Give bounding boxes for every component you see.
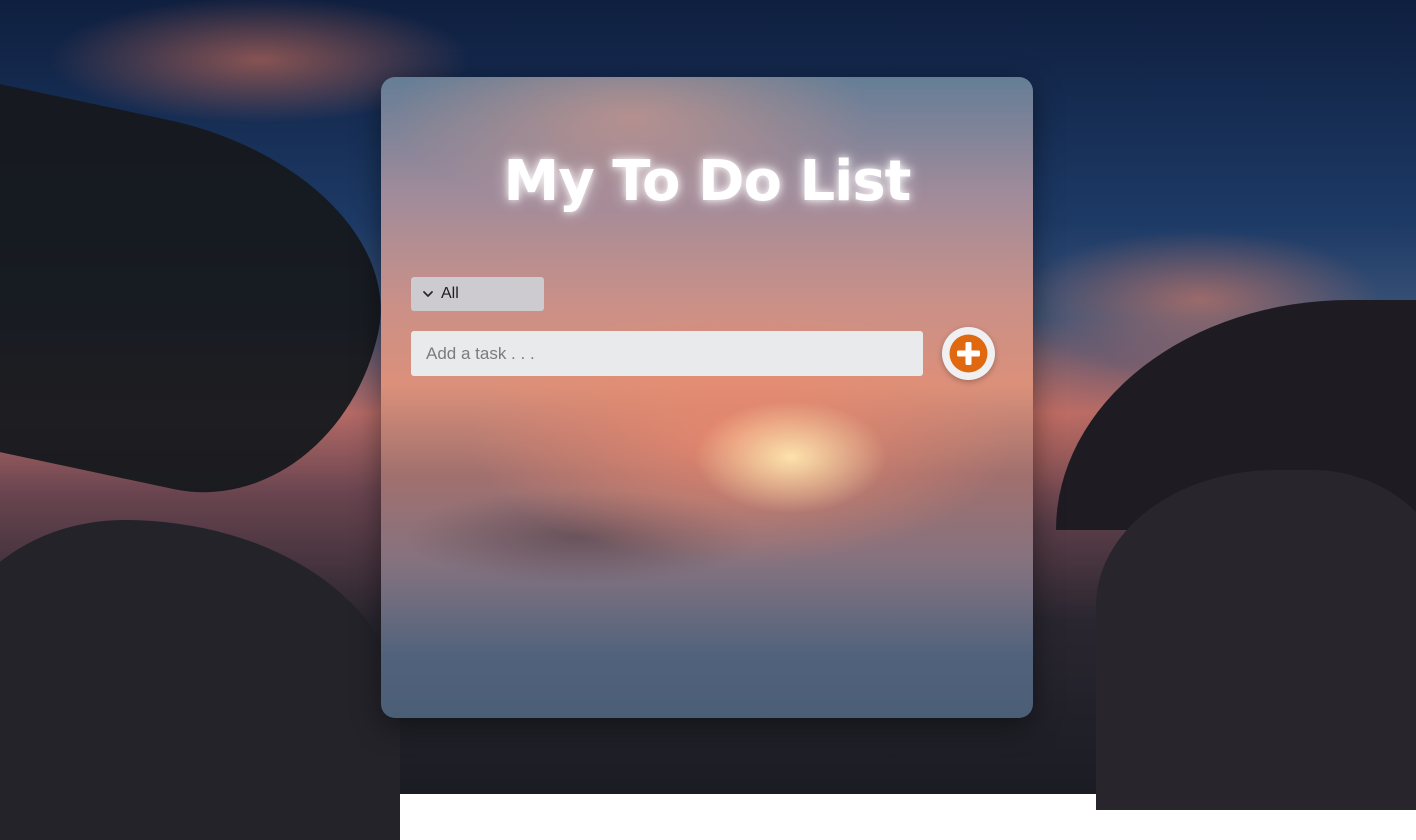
- filter-dropdown[interactable]: All: [411, 277, 544, 311]
- background-hill-left: [0, 76, 413, 524]
- plus-circle-icon: [949, 334, 988, 373]
- page-title: My To Do List: [503, 149, 912, 214]
- chevron-down-icon: [421, 287, 435, 301]
- background-rock-left: [0, 520, 400, 840]
- add-task-button[interactable]: [942, 327, 995, 380]
- background-rock-right: [1096, 470, 1416, 810]
- todo-card: My To Do List All: [381, 77, 1033, 718]
- filter-selected-label: All: [441, 285, 459, 302]
- add-task-input[interactable]: [411, 331, 923, 376]
